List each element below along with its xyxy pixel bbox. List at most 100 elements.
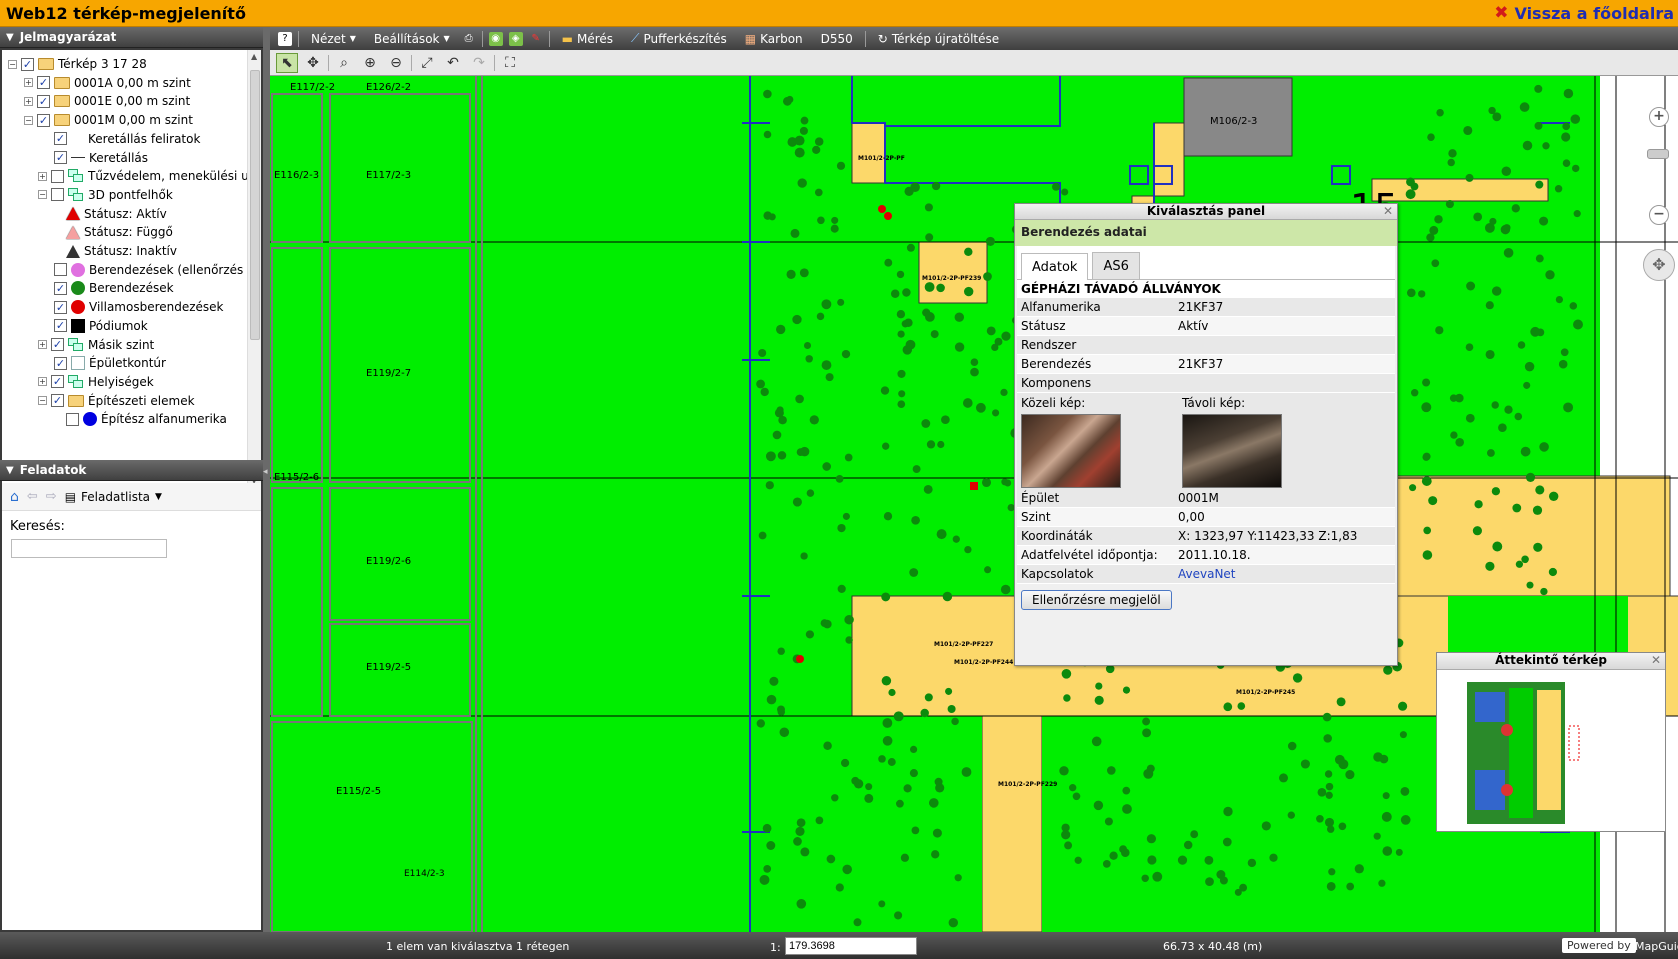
zoom-out-icon[interactable]: ⊖ (385, 53, 407, 73)
avevanet-link[interactable]: AvevaNet (1178, 567, 1395, 581)
legend-item[interactable]: − ✓ Építészeti elemek (38, 391, 195, 411)
layer-checkbox[interactable] (54, 263, 67, 277)
forward-arrow-icon[interactable]: ⇨ (46, 489, 57, 504)
zoom-in-button[interactable]: + (1649, 107, 1669, 127)
legend-item[interactable]: − ✓ Térkép 3 17 28 (8, 54, 147, 74)
overview-titlebar[interactable]: Áttekintő térkép ✕ (1437, 653, 1665, 670)
print-icon[interactable]: ⎙ (462, 32, 476, 46)
zoom-in-icon[interactable]: ⊕ (359, 53, 381, 73)
legend-item-label: 0001A 0,00 m szint (74, 75, 191, 90)
layer-checkbox[interactable]: ✓ (54, 281, 67, 295)
zoom-selection-icon[interactable]: ⛶ (499, 53, 521, 73)
legend-item[interactable]: ✓ Épületkontúr (54, 353, 166, 373)
collapse-icon[interactable]: − (38, 190, 47, 200)
tab-as6[interactable]: AS6 (1092, 252, 1140, 279)
legend-item[interactable]: ✓ Keretállás (54, 148, 148, 168)
legend-header[interactable]: ▼ Jelmagyarázat (0, 27, 263, 48)
zoom-rectangle-icon[interactable]: ⌕ (333, 53, 355, 73)
collapse-triangle-icon[interactable]: ▼ (6, 32, 14, 43)
legend-item[interactable]: − ✓ 0001M 0,00 m szint (24, 110, 193, 130)
legend-item[interactable]: ✓ Keretállás feliratok (54, 129, 200, 149)
layer-checkbox[interactable]: ✓ (37, 76, 50, 90)
pan-arrows-icon[interactable]: ✥ (1643, 249, 1675, 281)
legend-item[interactable]: Berendezések (ellenőrzés ala (54, 260, 261, 280)
layer-checkbox[interactable]: ✓ (54, 319, 67, 333)
layer-checkbox[interactable]: ✓ (51, 338, 64, 351)
scroll-up-icon[interactable]: ▲ (251, 52, 257, 61)
collapse-triangle-icon[interactable]: ▼ (6, 465, 14, 476)
layer-checkbox[interactable]: ✓ (37, 94, 50, 108)
layer-checkbox[interactable]: ✓ (21, 57, 34, 71)
expand-icon[interactable]: + (38, 171, 47, 181)
carbon-button[interactable]: ▦ Karbon (739, 32, 809, 46)
legend-item[interactable]: ✓ Villamosberendezések (54, 297, 224, 317)
d550-button[interactable]: D550 (815, 32, 859, 46)
zoom-extents-icon[interactable]: ⤢ (416, 53, 438, 73)
legend-item[interactable]: Státusz: Függő (66, 222, 173, 242)
legend-item[interactable]: Státusz: Aktív (66, 204, 167, 224)
legend-item[interactable]: ✓ Pódiumok (54, 316, 148, 336)
legend-item[interactable]: + ✓ Helyiségek (38, 372, 154, 392)
select-radius-icon[interactable]: ◉ (488, 31, 503, 46)
layer-checkbox[interactable] (51, 169, 64, 183)
legend-item[interactable]: + ✓ Másik szint (38, 335, 154, 355)
view-menu[interactable]: Nézet ▼ (305, 32, 362, 46)
previous-view-icon[interactable]: ↶ (442, 53, 464, 73)
layer-checkbox[interactable] (66, 412, 79, 426)
expand-icon[interactable]: + (24, 96, 33, 106)
legend-item[interactable]: + ✓ 0001A 0,00 m szint (24, 73, 191, 93)
next-view-icon[interactable]: ↷ (468, 53, 490, 73)
tasks-header[interactable]: ▼ Feladatok (0, 460, 263, 481)
legend-item[interactable]: Építész alfanumerika (66, 409, 227, 429)
back-to-home-link[interactable]: ✖ Vissza a főoldalra (1494, 3, 1674, 23)
help-icon[interactable]: ? (278, 31, 292, 46)
select-tool-icon[interactable]: ⬉ (276, 52, 298, 73)
expand-icon[interactable]: + (38, 377, 47, 387)
expand-icon[interactable]: + (24, 78, 33, 88)
measure-button[interactable]: ▬ Mérés (556, 32, 619, 46)
expand-icon[interactable]: + (38, 340, 47, 349)
overview-thumbnail[interactable] (1437, 670, 1665, 830)
collapse-icon[interactable]: − (38, 396, 47, 406)
far-photo[interactable] (1182, 414, 1282, 488)
collapse-icon[interactable]: − (24, 115, 33, 125)
zoom-slider-thumb[interactable] (1647, 149, 1669, 159)
settings-menu[interactable]: Beállítások ▼ (368, 32, 456, 46)
search-input[interactable] (11, 539, 167, 558)
buffer-button[interactable]: ⟋ Pufferkészítés (625, 31, 733, 46)
floor-area (918, 241, 988, 304)
scroll-thumb[interactable] (250, 70, 260, 340)
legend-item[interactable]: ✓ Berendezések (54, 278, 174, 298)
layer-checkbox[interactable]: ✓ (54, 132, 67, 146)
property-value: 0,00 (1178, 510, 1205, 524)
layer-checkbox[interactable]: ✓ (54, 300, 67, 314)
near-photo[interactable] (1021, 414, 1121, 488)
legend-item[interactable]: Státusz: Inaktív (66, 241, 177, 261)
home-task-icon[interactable]: ⌂ (10, 489, 19, 505)
layer-checkbox[interactable] (51, 188, 64, 202)
layer-checkbox[interactable]: ✓ (51, 375, 64, 389)
reload-map-button[interactable]: ↻ Térkép újratöltése (872, 32, 1005, 46)
clear-selection-icon[interactable]: ✎ (529, 32, 543, 46)
select-polygon-icon[interactable]: ◈ (508, 31, 523, 46)
back-arrow-icon[interactable]: ⇦ (27, 489, 38, 504)
legend-item[interactable]: − 3D pontfelhők (38, 185, 173, 205)
mark-for-check-button[interactable]: Ellenőrzésre megjelöl (1021, 590, 1172, 610)
pan-tool-icon[interactable]: ✥ (302, 53, 324, 73)
layer-checkbox[interactable]: ✓ (54, 151, 67, 164)
legend-item[interactable]: + Tűzvédelem, menekülési ut (38, 166, 253, 186)
zoom-out-button[interactable]: − (1649, 205, 1669, 225)
legend-scrollbar[interactable]: ▲ ▼ (247, 50, 261, 487)
legend-item[interactable]: + ✓ 0001E 0,00 m szint (24, 91, 190, 111)
sidebar-splitter[interactable] (263, 27, 270, 932)
close-icon[interactable]: ✕ (1651, 653, 1661, 667)
layer-checkbox[interactable]: ✓ (54, 356, 67, 370)
close-icon[interactable]: ✕ (1383, 204, 1393, 218)
tasklist-dropdown[interactable]: ▤ Feladatlista ▼ (65, 490, 162, 504)
layer-checkbox[interactable]: ✓ (37, 113, 50, 127)
tab-adatok[interactable]: Adatok (1021, 253, 1089, 280)
scale-input[interactable] (785, 937, 917, 955)
layer-checkbox[interactable]: ✓ (51, 394, 64, 408)
selection-panel-titlebar[interactable]: Kiválasztás panel ✕ (1015, 204, 1397, 220)
collapse-icon[interactable]: − (8, 59, 17, 69)
